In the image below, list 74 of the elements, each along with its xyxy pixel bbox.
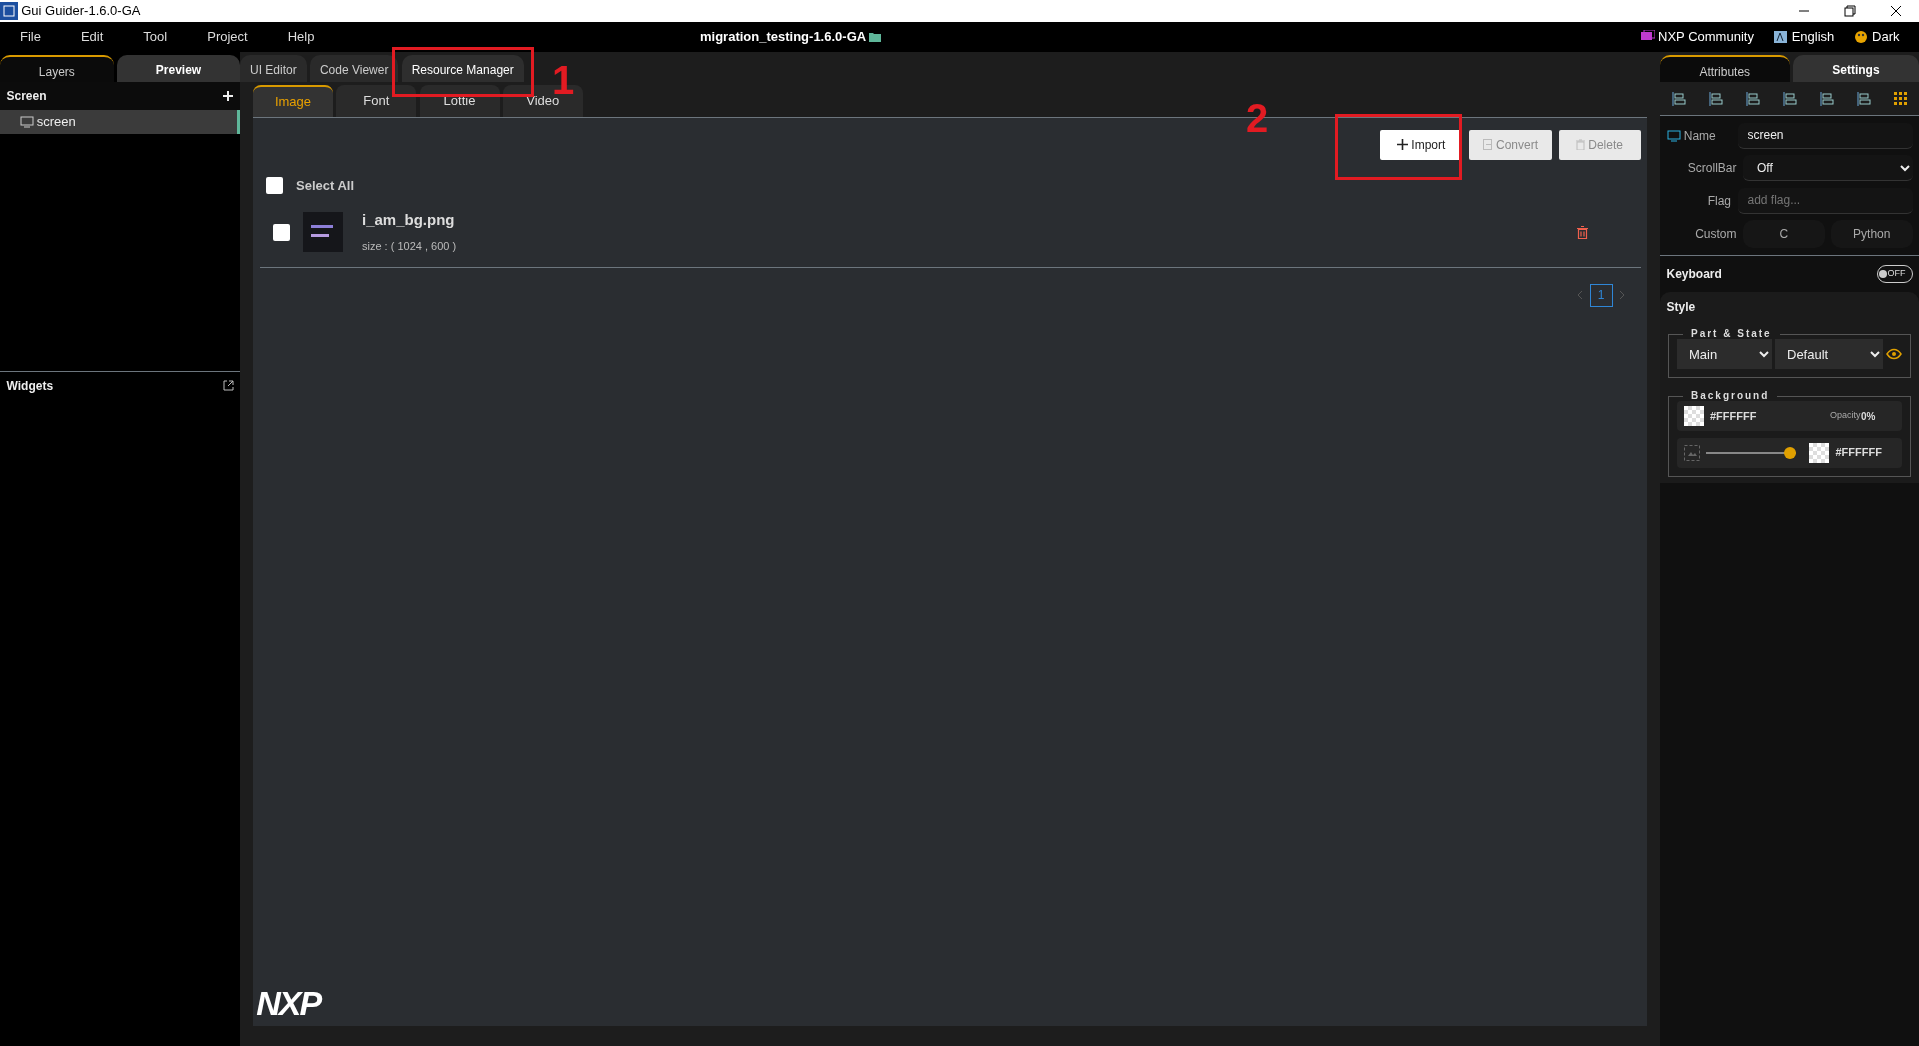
align-right-icon[interactable] [1745,91,1760,106]
checkbox[interactable] [266,177,283,194]
checkbox[interactable] [272,223,290,241]
external-link-icon[interactable] [222,380,234,391]
file-size: size : ( 1024 , 600 ) [362,239,458,255]
section-title: Keyboard [1666,265,1722,283]
editor-tab[interactable]: Resource Manager [401,55,524,82]
convert-icon [1482,139,1493,151]
file-name: i_am_bg.png [362,210,456,231]
logo: NXP [256,985,321,1020]
scrollbar-select[interactable]: Off [1743,155,1913,181]
flag-field[interactable]: add flag... [1737,187,1913,214]
name-field[interactable]: screen [1737,122,1913,149]
align-middle-icon[interactable] [1820,91,1835,106]
monitor-icon [1666,129,1681,142]
field-label: Flag [1706,192,1731,210]
align-center-icon[interactable] [1708,91,1723,106]
editor-tab[interactable]: Code Viewer [309,55,399,82]
menu-item[interactable]: Edit [60,27,124,47]
group-legend: Part & State [1683,329,1780,339]
panel-tab[interactable]: Layers [0,55,114,82]
menu-item[interactable]: Tool [123,27,188,47]
align-top-icon[interactable] [1783,91,1797,106]
align-left-icon[interactable] [1671,91,1686,106]
menu-link[interactable]: NXP Community [1658,27,1754,47]
panel-tab[interactable]: Settings [1792,55,1919,82]
menu-item[interactable]: File [0,27,61,47]
annotation-number: 2 [1246,98,1269,138]
tree-item[interactable]: screen [0,110,240,134]
color-value: #FFFFFF [1710,408,1758,424]
panel-title: Screen [6,88,47,105]
trash-icon [1576,139,1586,151]
page-button[interactable]: 1 [1589,283,1613,307]
color-swatch[interactable] [1809,442,1829,463]
menu-link[interactable]: English [1791,27,1835,47]
resource-tab[interactable]: Font [336,85,417,117]
trash-icon[interactable] [1576,225,1588,239]
select-all-label: Select All [296,176,355,195]
folder-icon [869,32,882,42]
monitor-icon [19,116,34,128]
dropdown[interactable]: Main [1677,339,1772,369]
language-icon[interactable] [1773,30,1789,44]
project-title: migration_testing-1.6.0-GA [700,28,867,47]
add-icon[interactable] [221,90,234,102]
editor-tab[interactable]: UI Editor [240,55,307,82]
plus-icon [1397,139,1409,151]
grid-icon[interactable] [1894,92,1908,105]
custom-code-button[interactable]: Python [1831,220,1913,248]
window-title: Gui Guider-1.6.0-GA [21,2,142,21]
align-bottom-icon[interactable] [1857,91,1872,106]
image-icon[interactable] [1683,444,1700,461]
dropdown[interactable]: Default [1775,339,1883,369]
keyboard-toggle[interactable]: OFF [1876,264,1913,283]
field-label: Custom [1694,226,1737,243]
custom-code-button[interactable]: C [1743,220,1825,248]
color-swatch[interactable] [1683,406,1704,426]
palette-icon[interactable] [1853,30,1869,44]
field-label: Name [1683,127,1716,145]
group-legend: Background [1683,391,1778,401]
menu-item[interactable]: Help [267,27,335,47]
color-value: #FFFFFF [1835,445,1882,461]
panel-tab[interactable]: Attributes [1660,55,1790,82]
eye-icon[interactable] [1886,348,1902,360]
resource-tab[interactable]: Lottie [419,85,500,117]
panel-title: Widgets [6,377,54,395]
field-label: ScrollBar [1686,160,1737,177]
opacity-value: 0% [1861,409,1876,424]
slider-thumb[interactable] [1784,446,1796,459]
resource-tab[interactable]: Image [253,85,333,117]
opacity-label: Opacity [1830,409,1861,423]
menu-item[interactable]: Project [187,27,268,47]
menu-link[interactable]: Dark [1872,27,1900,47]
panel-tab[interactable]: Preview [116,55,240,82]
section-title: Style [1665,299,1697,316]
